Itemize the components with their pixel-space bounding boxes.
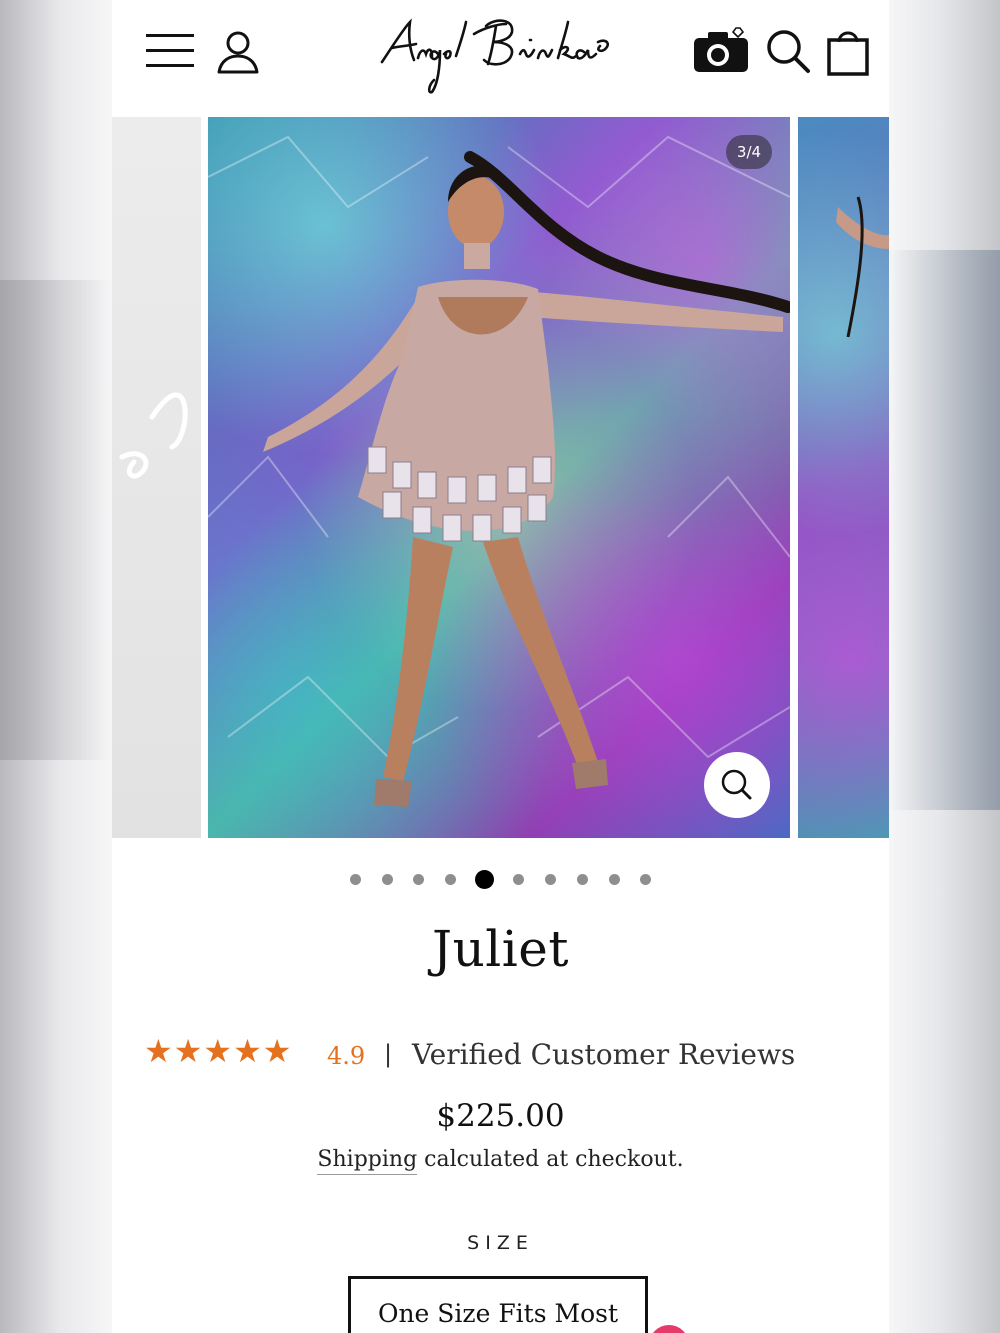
chat-bubble-icon[interactable]: [649, 1325, 689, 1333]
site-header: [112, 0, 889, 117]
zoom-button[interactable]: [704, 752, 770, 818]
carousel-dot[interactable]: [413, 874, 424, 885]
slide-counter: 3/4: [726, 135, 772, 169]
reviews-summary[interactable]: ★★★★★ 4.9 | Verified Customer Reviews: [144, 1032, 844, 1082]
logo-watermark: [119, 392, 188, 479]
carousel-dot[interactable]: [350, 874, 361, 885]
brand-logo[interactable]: [374, 4, 624, 100]
shipping-text: calculated at checkout.: [417, 1147, 684, 1172]
separator: |: [384, 1040, 393, 1068]
carousel-dot[interactable]: [382, 874, 393, 885]
product-image-main[interactable]: 3/4: [208, 117, 790, 838]
next-slide-preview: [836, 196, 889, 338]
carousel-dots: [112, 869, 889, 889]
carousel-dot[interactable]: [445, 874, 456, 885]
carousel-dot[interactable]: [577, 874, 588, 885]
size-option-button[interactable]: One Size Fits Most: [348, 1276, 648, 1333]
size-label: SIZE: [467, 1232, 534, 1254]
camera-icon[interactable]: [692, 26, 750, 74]
rating-value: 4.9: [327, 1042, 366, 1070]
star-rating: ★★★★★: [144, 1032, 293, 1070]
product-title: Juliet: [432, 920, 569, 978]
shipping-link[interactable]: Shipping: [317, 1147, 418, 1175]
model-figure: [208, 135, 790, 807]
carousel-dot-active[interactable]: [475, 870, 494, 889]
user-icon[interactable]: [216, 30, 260, 74]
zoom-icon: [721, 769, 752, 800]
carousel-dot[interactable]: [513, 874, 524, 885]
shipping-note: Shipping calculated at checkout.: [112, 1147, 889, 1175]
product-price: $225.00: [436, 1098, 565, 1134]
carousel-dot[interactable]: [640, 874, 651, 885]
product-page: 3/4 Juliet ★★★★★ 4.9 | Verified Customer…: [112, 0, 889, 1333]
bag-icon[interactable]: [826, 28, 870, 76]
search-icon[interactable]: [765, 28, 811, 74]
next-slide[interactable]: [798, 117, 889, 838]
previous-slide[interactable]: [112, 117, 201, 838]
product-image-carousel[interactable]: 3/4: [112, 117, 889, 839]
background-shade-left: [0, 280, 112, 760]
carousel-dot[interactable]: [609, 874, 620, 885]
menu-icon[interactable]: [146, 32, 194, 70]
carousel-dot[interactable]: [545, 874, 556, 885]
background-shade-right: [888, 250, 1000, 810]
reviews-link[interactable]: Verified Customer Reviews: [412, 1038, 795, 1071]
